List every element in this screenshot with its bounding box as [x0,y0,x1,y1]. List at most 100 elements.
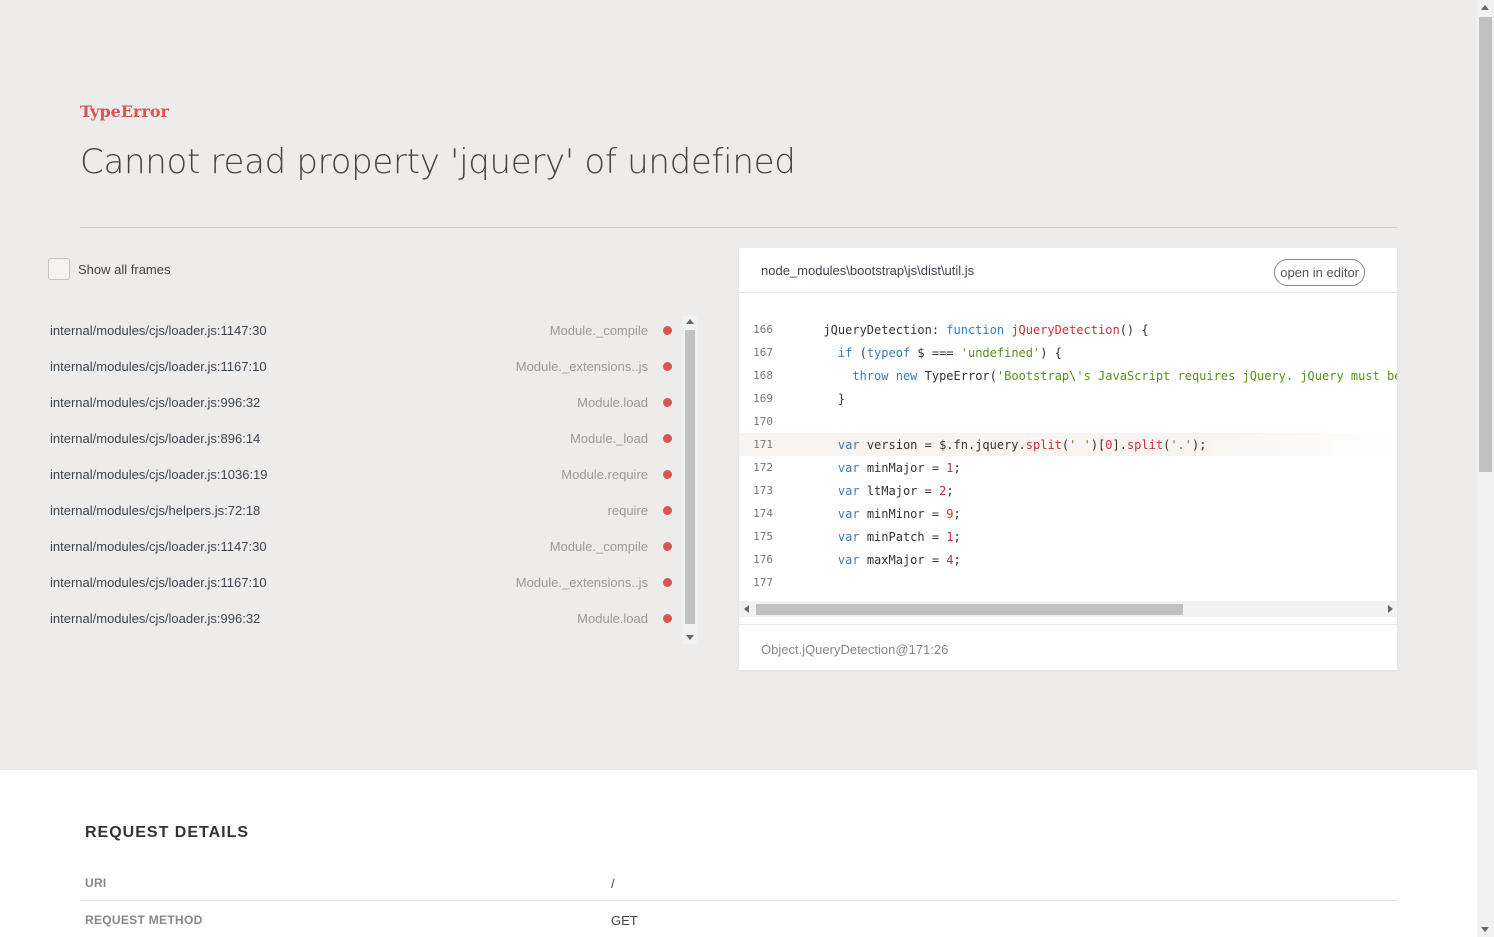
frame-method: Module._load [569,430,648,446]
stack-frame[interactable]: internal/modules/cjs/loader.js:996:32 Mod… [40,600,680,636]
code-line: 172 var minMajor = 1; [739,456,1397,479]
show-all-frames-toggle[interactable]: Show all frames [48,258,170,280]
code-scroll-thumb[interactable] [756,604,1183,615]
frame-method: Module.load [577,610,648,626]
request-details-section: REQUEST DETAILS URI / REQUEST METHOD GET [0,770,1477,937]
frame-method: Module.require [561,466,648,482]
show-all-frames-checkbox[interactable] [48,258,70,280]
code-source: jQueryDetection: function jQueryDetectio… [809,322,1149,337]
frame-status-dot [663,505,672,515]
frame-method: Module._extensions..js [515,574,648,590]
code-source: var minMajor = 1; [837,460,961,475]
request-details-title: REQUEST DETAILS [85,824,250,841]
code-horizontal-scrollbar[interactable] [739,601,1397,617]
page-scrollbar[interactable] [1477,0,1494,937]
line-number: 173 [753,484,773,497]
code-source: var maxMajor = 4; [837,552,961,567]
code-line: 177 [739,571,1397,594]
code-panel: node_modules\bootstrap\js\dist\util.js o… [739,248,1397,670]
code-line: 174 var minMinor = 9; [739,502,1397,525]
code-line: 173 var ltMajor = 2; [739,479,1397,502]
code-line: 176 var maxMajor = 4; [739,548,1397,571]
code-source: } [809,391,846,406]
stack-frames-list: internal/modules/cjs/loader.js:1147:30 Mo… [40,312,680,636]
frame-file: internal/modules/cjs/loader.js:1167:10 [50,574,267,590]
frame-method: Module.load [577,394,648,410]
code-source: var version = $.fn.jquery.split(' ')[0].… [837,437,1207,452]
code-line: 169 } [739,387,1397,410]
request-key: URI [85,876,107,890]
code-source: var ltMajor = 2; [837,483,954,498]
show-all-frames-label: Show all frames [78,261,171,277]
line-number: 170 [753,415,773,428]
frame-status-dot [663,613,672,623]
frame-location: Object.jQueryDetection@171:26 [761,642,949,657]
line-number: 176 [753,553,773,566]
frame-file: internal/modules/cjs/loader.js:1147:30 [50,322,267,338]
code-line: 175 var minPatch = 1; [739,525,1397,548]
scroll-down-arrow-icon[interactable] [686,635,694,640]
code-header: node_modules\bootstrap\js\dist\util.js o… [739,248,1397,293]
code-line: 170 [739,410,1397,433]
scroll-down-arrow-icon[interactable] [1481,927,1489,932]
scroll-right-arrow-icon[interactable] [1388,605,1393,613]
line-number: 168 [753,369,773,382]
request-row: URI / [80,864,1397,901]
stack-frame[interactable]: internal/modules/cjs/loader.js:1167:10 Mo… [40,564,680,600]
line-number: 167 [753,346,773,359]
error-header: TypeError Cannot read property 'jquery' … [0,0,1477,770]
open-in-editor-button[interactable]: open in editor [1274,259,1365,286]
frame-file: internal/modules/cjs/helpers.js:72:18 [50,502,261,518]
frame-status-dot [663,577,672,587]
line-number: 169 [753,392,773,405]
stack-frame[interactable]: internal/modules/cjs/loader.js:896:14 Mod… [40,420,680,456]
error-message: Cannot read property 'jquery' of undefin… [80,142,796,182]
frame-method: Module._compile [549,322,648,338]
divider [80,227,1397,228]
line-number: 177 [753,576,773,589]
frame-file: internal/modules/cjs/loader.js:996:32 [50,394,261,410]
code-line: 167 if (typeof $ === 'undefined') { [739,341,1397,364]
stack-frame[interactable]: internal/modules/cjs/helpers.js:72:18 req… [40,492,680,528]
frame-method: require [607,502,648,518]
frame-status-dot [663,541,672,551]
line-number: 174 [753,507,773,520]
frame-file: internal/modules/cjs/loader.js:896:14 [50,430,261,446]
scroll-left-arrow-icon[interactable] [744,605,749,613]
error-type: TypeError [80,102,169,121]
frame-file: internal/modules/cjs/loader.js:1167:10 [50,358,267,374]
frame-method: Module._compile [549,538,648,554]
code-line-highlighted: 171 var version = $.fn.jquery.split(' ')… [739,433,1397,456]
frame-status-dot [663,361,672,371]
stack-frame[interactable]: internal/modules/cjs/loader.js:1147:30 Mo… [40,528,680,564]
page-scroll-thumb[interactable] [1479,17,1492,472]
frame-status-dot [663,397,672,407]
stack-frame[interactable]: internal/modules/cjs/loader.js:1147:30 Mo… [40,312,680,348]
code-line: 166 jQueryDetection: function jQueryDete… [739,318,1397,341]
stack-frame[interactable]: internal/modules/cjs/loader.js:1167:10 Mo… [40,348,680,384]
frame-status-dot [663,469,672,479]
line-number: 171 [753,438,773,451]
line-number: 166 [753,323,773,336]
frame-status-dot [663,433,672,443]
code-source: throw new TypeError('Bootstrap\'s JavaSc… [852,368,1397,383]
frame-method: Module._extensions..js [515,358,648,374]
code-file-path: node_modules\bootstrap\js\dist\util.js [761,263,975,278]
code-source: var minMinor = 9; [837,506,961,521]
line-number: 172 [753,461,773,474]
code-viewer: 166 jQueryDetection: function jQueryDete… [739,318,1397,598]
stack-frame[interactable]: internal/modules/cjs/loader.js:1036:19 Mo… [40,456,680,492]
stack-frame[interactable]: internal/modules/cjs/loader.js:996:32 Mod… [40,384,680,420]
request-value: GET [611,913,638,928]
code-source: if (typeof $ === 'undefined') { [837,345,1062,360]
frames-scrollbar[interactable] [683,316,697,644]
code-footer: Object.jQueryDetection@171:26 [739,624,1397,670]
line-number: 175 [753,530,773,543]
scroll-up-arrow-icon[interactable] [1481,5,1489,10]
code-line: 168 throw new TypeError('Bootstrap\'s Ja… [739,364,1397,387]
scroll-up-arrow-icon[interactable] [686,319,694,324]
frames-scroll-thumb[interactable] [685,330,695,624]
request-value: / [611,876,615,891]
frame-file: internal/modules/cjs/loader.js:996:32 [50,610,261,626]
code-source: var minPatch = 1; [837,529,961,544]
